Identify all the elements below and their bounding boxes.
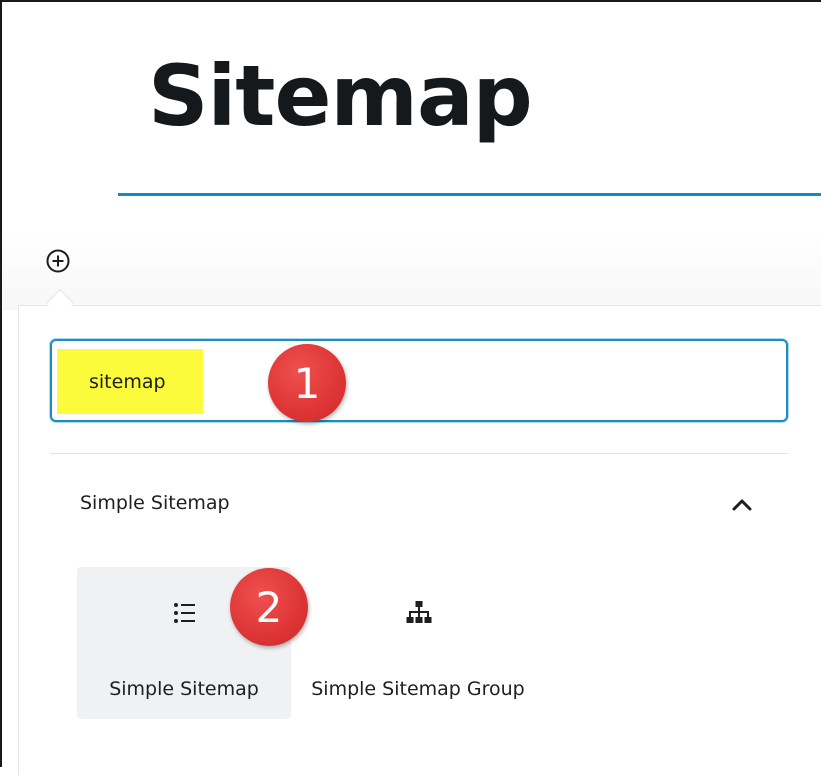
block-search-input[interactable]: sitemap [50, 339, 788, 422]
panel-title: Simple Sitemap [80, 492, 230, 514]
panel-collapse-toggle[interactable] [724, 490, 760, 520]
plus-circle-icon [46, 249, 70, 273]
page-title: Sitemap [148, 47, 533, 145]
search-divider [50, 453, 788, 454]
block-item-simple-sitemap-group[interactable]: Simple Sitemap Group [311, 567, 525, 719]
step-2-badge: 2 [230, 568, 308, 646]
add-block-button[interactable] [43, 246, 73, 276]
list-icon [174, 603, 195, 623]
block-toolbar-area [2, 230, 821, 310]
title-underline [118, 193, 821, 196]
sitemap-tree-icon [406, 601, 432, 623]
chevron-up-icon [732, 499, 752, 511]
step-1-badge: 1 [268, 344, 346, 422]
search-input-value: sitemap [89, 371, 166, 393]
block-item-label: Simple Sitemap Group [311, 678, 525, 700]
block-item-label: Simple Sitemap [109, 678, 259, 700]
